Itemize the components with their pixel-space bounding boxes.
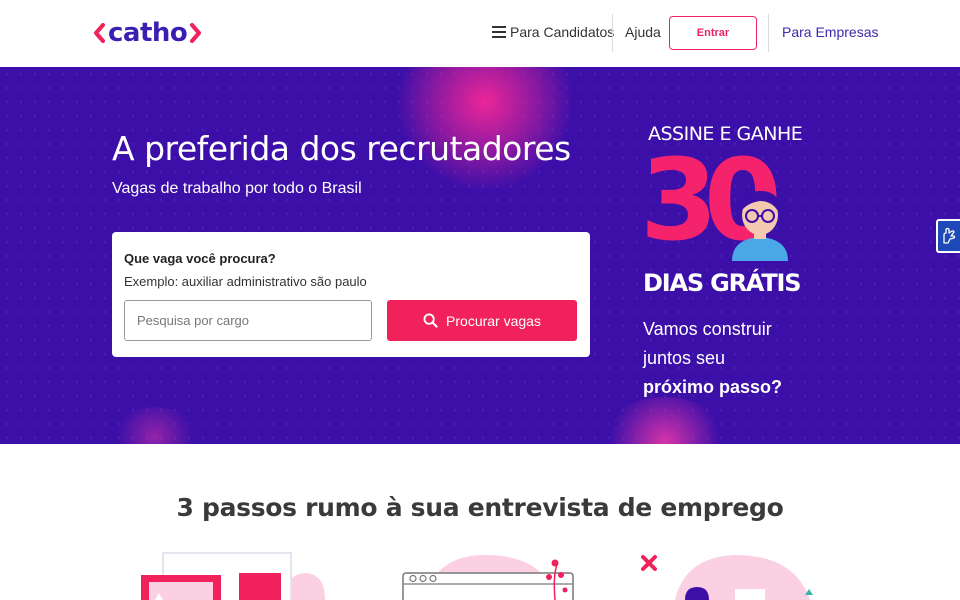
promo-days: DIAS GRÁTIS <box>643 269 802 297</box>
search-jobs-button[interactable]: Procurar vagas <box>387 300 577 341</box>
nav-divider <box>768 14 769 52</box>
hero-title: A preferida dos recrutadores <box>112 129 571 168</box>
steps-title: 3 passos rumo à sua entrevista de empreg… <box>176 493 784 522</box>
nav-para-candidatos[interactable]: Para Candidatos <box>492 24 614 40</box>
nav-ajuda[interactable]: Ajuda <box>625 24 661 40</box>
avatar-illustration <box>732 191 788 261</box>
promo-line-bold: próximo passo? <box>643 377 783 397</box>
nav-para-empresas[interactable]: Para Empresas <box>782 24 878 40</box>
chevron-right-icon <box>190 23 202 43</box>
step-illustration-browser <box>402 555 574 600</box>
search-input[interactable] <box>124 300 372 341</box>
search-question: Que vaga você procura? <box>124 251 276 266</box>
promo-line: juntos seu <box>643 348 726 368</box>
search-example: Exemplo: auxiliar administrativo são pau… <box>124 274 367 289</box>
entrar-button[interactable]: Entrar <box>669 16 757 50</box>
sign-language-icon <box>943 227 956 244</box>
chevron-left-icon <box>94 23 105 43</box>
step-illustration-profile <box>141 552 325 600</box>
hero-banner: A preferida dos recrutadores Vagas de tr… <box>0 67 960 444</box>
site-header: catho Para Candidatos Ajuda Entrar Para … <box>0 0 960 67</box>
menu-icon <box>492 26 506 38</box>
nav-divider <box>612 14 613 52</box>
job-search-card: Que vaga você procura? Exemplo: auxiliar… <box>112 232 590 357</box>
nav-para-candidatos-label: Para Candidatos <box>510 24 615 40</box>
search-jobs-button-label: Procurar vagas <box>446 312 541 329</box>
catho-logo[interactable]: catho <box>93 16 202 50</box>
logo-text: catho <box>108 18 188 48</box>
search-icon <box>423 313 438 328</box>
accessibility-tab[interactable] <box>936 219 960 253</box>
step-illustration-interview <box>641 555 813 600</box>
promo-line: Vamos construir <box>643 319 772 339</box>
hero-subtitle: Vagas de trabalho por todo o Brasil <box>112 180 362 197</box>
